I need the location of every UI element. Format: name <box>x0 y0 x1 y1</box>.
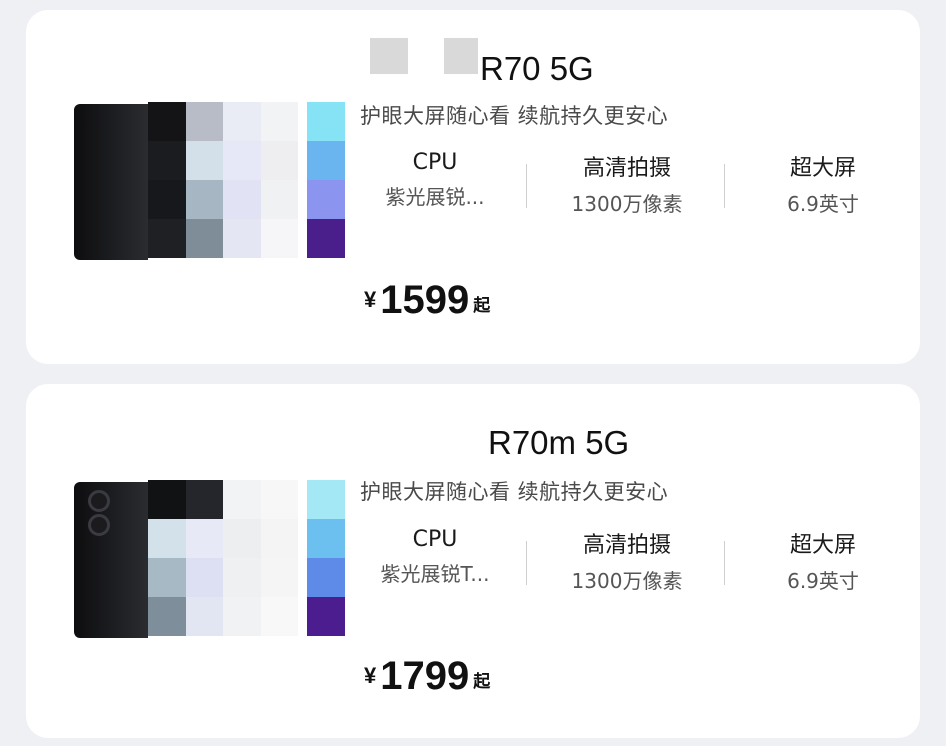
currency-symbol: ¥ <box>364 287 377 312</box>
mosaic-tile <box>260 180 298 219</box>
color-swatch[interactable] <box>307 558 345 597</box>
spec-divider <box>526 541 527 585</box>
spec-label: 高清拍摄 <box>582 156 671 181</box>
mosaic-tile <box>260 480 298 519</box>
mosaic-tile <box>148 141 186 180</box>
spec-divider <box>526 164 527 208</box>
mosaic-tile <box>260 219 298 258</box>
spec-value: 6.9英寸 <box>787 569 859 593</box>
mosaic-tile <box>148 480 186 519</box>
product-price: ¥1599 起 <box>364 278 490 323</box>
spec-label: 高清拍摄 <box>582 533 671 558</box>
mosaic-tile <box>223 558 261 597</box>
mosaic-tile <box>185 219 223 258</box>
mosaic-tile <box>148 219 186 258</box>
spec-list: CPU 紫光展锐... 高清拍摄 1300万像素 超大屏 6.9英寸 <box>360 150 890 216</box>
spec-divider <box>724 164 725 208</box>
mosaic-tile <box>223 219 261 258</box>
title-blur-block <box>444 38 478 74</box>
color-swatch[interactable] <box>307 519 345 558</box>
camera-lens-icon <box>88 490 110 512</box>
spec-screen: 超大屏 6.9英寸 <box>748 150 898 217</box>
mosaic-tile <box>260 558 298 597</box>
spec-camera: 高清拍摄 1300万像素 <box>552 527 702 594</box>
mosaic-tile <box>260 141 298 180</box>
spec-value: 紫光展锐T... <box>380 562 490 586</box>
spec-label: 超大屏 <box>789 156 856 181</box>
mosaic-tile <box>185 558 223 597</box>
spec-label: CPU <box>412 150 458 175</box>
spec-value: 紫光展锐... <box>385 185 485 209</box>
mosaic-tile <box>260 597 298 636</box>
mosaic-tile <box>223 597 261 636</box>
mosaic-tile <box>223 141 261 180</box>
mosaic-tile <box>148 519 186 558</box>
spec-label: CPU <box>412 527 458 552</box>
camera-lens-icon <box>88 514 110 536</box>
spec-cpu: CPU 紫光展锐... <box>360 150 510 210</box>
price-suffix: 起 <box>473 672 491 691</box>
product-image[interactable] <box>74 480 345 648</box>
spec-camera: 高清拍摄 1300万像素 <box>552 150 702 217</box>
mosaic-tile <box>148 558 186 597</box>
spec-label: 超大屏 <box>789 533 856 558</box>
color-swatches <box>307 480 345 636</box>
product-slogan: 护眼大屏随心看 续航持久更安心 <box>360 480 669 504</box>
price-value: 1599 <box>380 278 470 322</box>
mosaic-tile <box>185 102 223 141</box>
mosaic-tile <box>223 480 261 519</box>
mosaic-tile <box>185 519 223 558</box>
product-image[interactable] <box>74 102 345 270</box>
mosaic-tile <box>148 597 186 636</box>
mosaic-tile <box>148 180 186 219</box>
mosaic-tile <box>223 519 261 558</box>
spec-screen: 超大屏 6.9英寸 <box>748 527 898 594</box>
spec-divider <box>724 541 725 585</box>
color-swatch[interactable] <box>307 102 345 141</box>
phone-back-image <box>74 482 148 638</box>
color-swatch[interactable] <box>307 597 345 636</box>
color-swatches <box>307 102 345 258</box>
mosaic-tile <box>185 141 223 180</box>
product-slogan: 护眼大屏随心看 续航持久更安心 <box>360 104 669 128</box>
title-blur-block <box>370 38 408 74</box>
spec-value: 1300万像素 <box>571 569 683 593</box>
price-value: 1799 <box>380 654 470 698</box>
mosaic-tile <box>185 480 223 519</box>
product-price: ¥1799 起 <box>364 654 490 699</box>
product-title[interactable]: R70 5G <box>480 50 594 88</box>
product-title[interactable]: R70m 5G <box>488 424 629 462</box>
color-swatch[interactable] <box>307 141 345 180</box>
currency-symbol: ¥ <box>364 663 377 688</box>
image-mosaic <box>148 102 298 258</box>
mosaic-tile <box>260 102 298 141</box>
color-swatch[interactable] <box>307 219 345 258</box>
color-swatch[interactable] <box>307 480 345 519</box>
mosaic-tile <box>223 102 261 141</box>
mosaic-tile <box>185 180 223 219</box>
mosaic-tile <box>223 180 261 219</box>
price-suffix: 起 <box>473 296 491 315</box>
product-card-r70m[interactable]: R70m 5G 护眼大屏随心看 续航持久更安心 CPU 紫光展锐T... 高清拍… <box>26 384 920 738</box>
spec-cpu: CPU 紫光展锐T... <box>360 527 510 587</box>
phone-back-image <box>74 104 148 260</box>
image-mosaic <box>148 480 298 636</box>
mosaic-tile <box>185 597 223 636</box>
spec-value: 6.9英寸 <box>787 192 859 216</box>
mosaic-tile <box>148 102 186 141</box>
spec-value: 1300万像素 <box>571 192 683 216</box>
product-card-r70[interactable]: R70 5G 护眼大屏随心看 续航持久更安心 CPU 紫光展锐... 高清拍摄 … <box>26 10 920 364</box>
color-swatch[interactable] <box>307 180 345 219</box>
spec-list: CPU 紫光展锐T... 高清拍摄 1300万像素 超大屏 6.9英寸 <box>360 527 890 593</box>
mosaic-tile <box>260 519 298 558</box>
